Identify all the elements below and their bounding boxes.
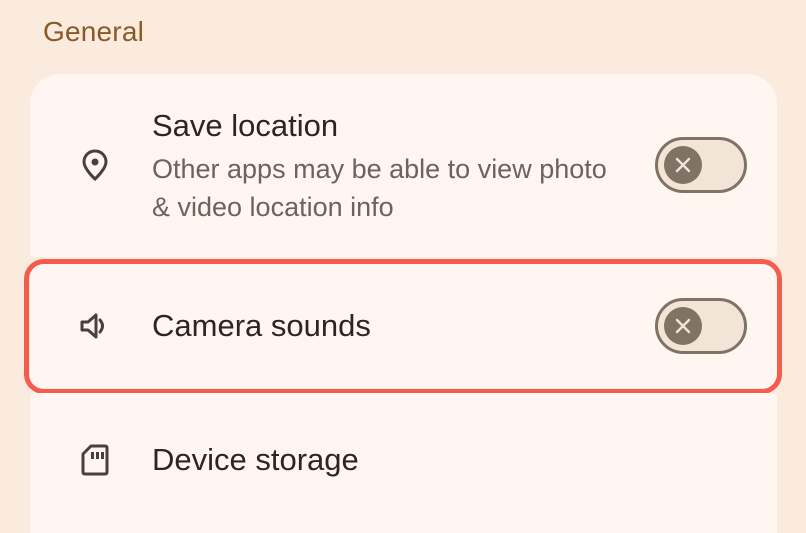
speaker-icon — [79, 310, 111, 342]
close-icon — [675, 318, 691, 334]
section-title: General — [43, 16, 145, 47]
setting-subtitle: Other apps may be able to view photo & v… — [152, 154, 607, 222]
toggle-thumb — [664, 146, 702, 184]
toggle-thumb — [664, 307, 702, 345]
setting-device-storage[interactable] — [30, 393, 777, 533]
setting-title: Camera sounds — [152, 308, 371, 343]
setting-title: Save location — [152, 108, 339, 143]
setting-title: Device storage — [152, 442, 359, 477]
save-location-toggle[interactable] — [655, 137, 747, 193]
close-icon — [675, 157, 691, 173]
camera-sounds-toggle[interactable] — [655, 298, 747, 354]
location-pin-icon — [79, 149, 111, 181]
sd-card-icon — [79, 444, 111, 476]
